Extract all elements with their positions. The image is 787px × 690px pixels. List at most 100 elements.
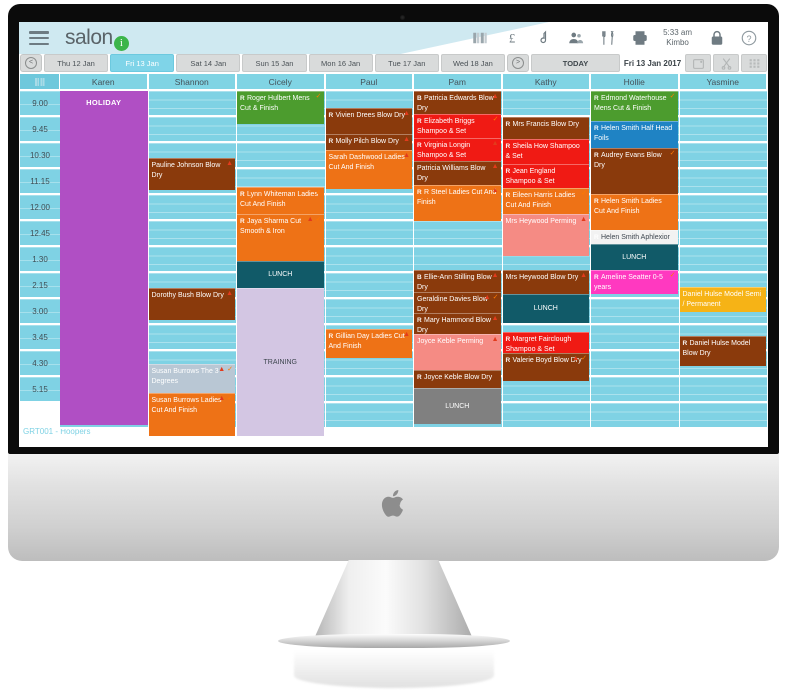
appointment-block[interactable]: R Roger Hulbert Mens Cut & Finish ✓ [237,91,324,124]
empty-slot[interactable] [325,221,413,247]
pound-icon[interactable]: £ [503,29,521,47]
appointment-block[interactable]: Mrs Heywood Perming ▲ [502,214,589,256]
date-chip-3[interactable]: Sun 15 Jan [242,54,307,72]
empty-slot[interactable] [679,377,767,403]
appointment-block[interactable]: R Joyce Keble Blow Dry [414,370,501,388]
books-icon[interactable] [471,29,489,47]
empty-slot[interactable] [325,299,413,325]
appointment-block[interactable]: R Sheila How Shampoo & Set [502,139,589,164]
empty-slot[interactable] [679,195,767,221]
appointment-block[interactable]: R Margret Fairclough Shampoo & Set [502,332,589,353]
staff-column-header[interactable]: Karen [60,74,148,91]
empty-slot[interactable] [502,403,590,429]
today-button[interactable]: TODAY [530,54,620,72]
holiday-block[interactable]: HOLIDAY [60,91,148,425]
appointment-block[interactable]: Geraldine Davies Blow Dry ▲ ✓ [414,292,501,313]
appointment-block[interactable]: R Helen Smith Half Head Foils [591,121,678,148]
empty-slot[interactable] [591,403,679,429]
help-icon[interactable]: ? [740,29,758,47]
appointment-block[interactable]: B Ellie-Ann Stilling Blow Dry ▲ [414,270,501,292]
calendar-tool-icon[interactable] [685,54,712,72]
empty-slot[interactable] [591,325,679,351]
hamburger-icon[interactable] [29,31,49,45]
staff-column-header[interactable]: Pam [414,74,502,91]
next-day-button[interactable]: > [506,54,529,72]
appointment-block[interactable]: R Virginia Longin Shampoo & Set ▲ [414,138,501,161]
appointment-block[interactable]: R Jaya Sharma Cut Smooth & Iron ▲ ✓ [237,214,324,261]
empty-slot[interactable] [148,91,236,117]
appointment-block[interactable]: R Lynn Whiteman Ladies Cut And Finish ✓ [237,187,324,214]
empty-slot[interactable] [679,247,767,273]
appointment-block[interactable]: R Audrey Evans Blow Dry ✓ [591,148,678,194]
empty-slot[interactable] [591,351,679,377]
staff-column-header[interactable]: Kathy [502,74,590,91]
empty-slot[interactable] [148,325,236,351]
empty-slot[interactable] [148,221,236,247]
empty-slot[interactable] [325,273,413,299]
appointment-block[interactable]: LUNCH [591,244,678,270]
empty-slot[interactable] [148,247,236,273]
cutlery-icon[interactable] [599,29,617,47]
empty-slot[interactable] [679,403,767,429]
staff-column-header[interactable]: Cicely [237,74,325,91]
date-chip-2[interactable]: Sat 14 Jan [176,54,241,72]
staff-column-header[interactable]: Shannon [148,74,236,91]
appointment-block[interactable]: TRAINING [237,288,324,436]
empty-slot[interactable] [679,221,767,247]
appointment-block[interactable]: R Eileen Harris Ladies Cut And Finish ✓ [502,188,589,214]
appointment-block[interactable]: R Helen Smith Aphlexior [591,230,678,244]
appointment-block[interactable]: Dorothy Bush Blow Dry ▲ [148,288,235,320]
empty-slot[interactable] [237,143,325,169]
appointment-block[interactable]: LUNCH [237,261,324,288]
appointment-block[interactable]: B Patricia Edwards Blow Dry ▲ [414,91,501,114]
empty-slot[interactable] [591,377,679,403]
appointment-block[interactable]: R Molly Pilch Blow Dry ▲ [325,134,412,150]
empty-slot[interactable] [414,221,502,247]
appointment-block[interactable]: Susan Burrows Ladies Cut And Finish ▲ ✓ [148,393,235,436]
appointment-block[interactable]: Patricia Williams Blow Dry ▲ [414,161,501,185]
appointment-block[interactable]: Sarah Dashwood Ladies Cut And Finish ▲ [325,150,412,189]
empty-slot[interactable] [148,117,236,143]
empty-slot[interactable] [325,403,413,429]
date-chip-1[interactable]: Fri 13 Jan [110,54,175,72]
appointment-block[interactable]: R Helen Smith Ladies Cut And Finish [591,194,678,230]
scissors-tool-icon[interactable] [713,54,740,72]
appointment-block[interactable]: R Mary Hammond Blow Dry ▲ [414,313,501,334]
printer-icon[interactable] [631,29,649,47]
appointment-block[interactable]: R Jean England Shampoo & Set [502,164,589,188]
grid-tool-icon[interactable] [741,54,768,72]
appointment-block[interactable]: R Valerie Boyd Blow Dry ▲ ✓ [502,353,589,381]
date-chip-5[interactable]: Tue 17 Jan [374,54,439,72]
lock-icon[interactable] [708,29,726,47]
appointment-block[interactable]: RR Steel Ladies Cut And Finish ▲ [414,185,501,221]
appointment-block[interactable]: Daniel Hulse Model Semi / Permanent [679,287,766,312]
appointment-block[interactable]: LUNCH [502,294,589,323]
empty-slot[interactable] [148,195,236,221]
appointment-block[interactable]: Mrs Heywood Blow Dry ▲ [502,270,589,294]
date-chip-6[interactable]: Wed 18 Jan [440,54,505,72]
appointment-block[interactable]: LUNCH [414,388,501,424]
empty-slot[interactable] [679,143,767,169]
empty-slot[interactable] [591,299,679,325]
staff-column-header[interactable]: Paul [325,74,413,91]
empty-slot[interactable] [325,247,413,273]
appointment-block[interactable]: R Vivien Drees Blow Dry ▲ [325,108,412,134]
appointment-block[interactable]: Susan Burrows The 3 Degrees ▲ ✓ [148,364,235,393]
note-icon[interactable] [535,29,553,47]
prev-day-button[interactable]: < [20,54,42,72]
empty-slot[interactable] [679,91,767,117]
appointment-block[interactable]: R Daniel Hulse Model Blow Dry [679,336,766,366]
client-icon[interactable] [567,29,585,47]
date-chip-4[interactable]: Mon 16 Jan [308,54,373,72]
appointment-block[interactable]: Joyce Keble Perming ▲ [414,334,501,370]
date-chip-0[interactable]: Thu 12 Jan [44,54,109,72]
appointment-block[interactable]: R Elizabeth Briggs Shampoo & Set ✓ [414,114,501,138]
empty-slot[interactable] [502,91,590,117]
appointment-block[interactable]: R Mrs Francis Blow Dry [502,117,589,139]
staff-column-header[interactable]: Yasmine [679,74,767,91]
empty-slot[interactable] [679,169,767,195]
empty-slot[interactable] [679,117,767,143]
appointment-block[interactable]: R Ameline Seatter 0-5 years ✓ [591,270,678,294]
appointment-block[interactable]: R Edmond Waterhouse Mens Cut & Finish ✓ [591,91,678,121]
empty-slot[interactable] [325,377,413,403]
